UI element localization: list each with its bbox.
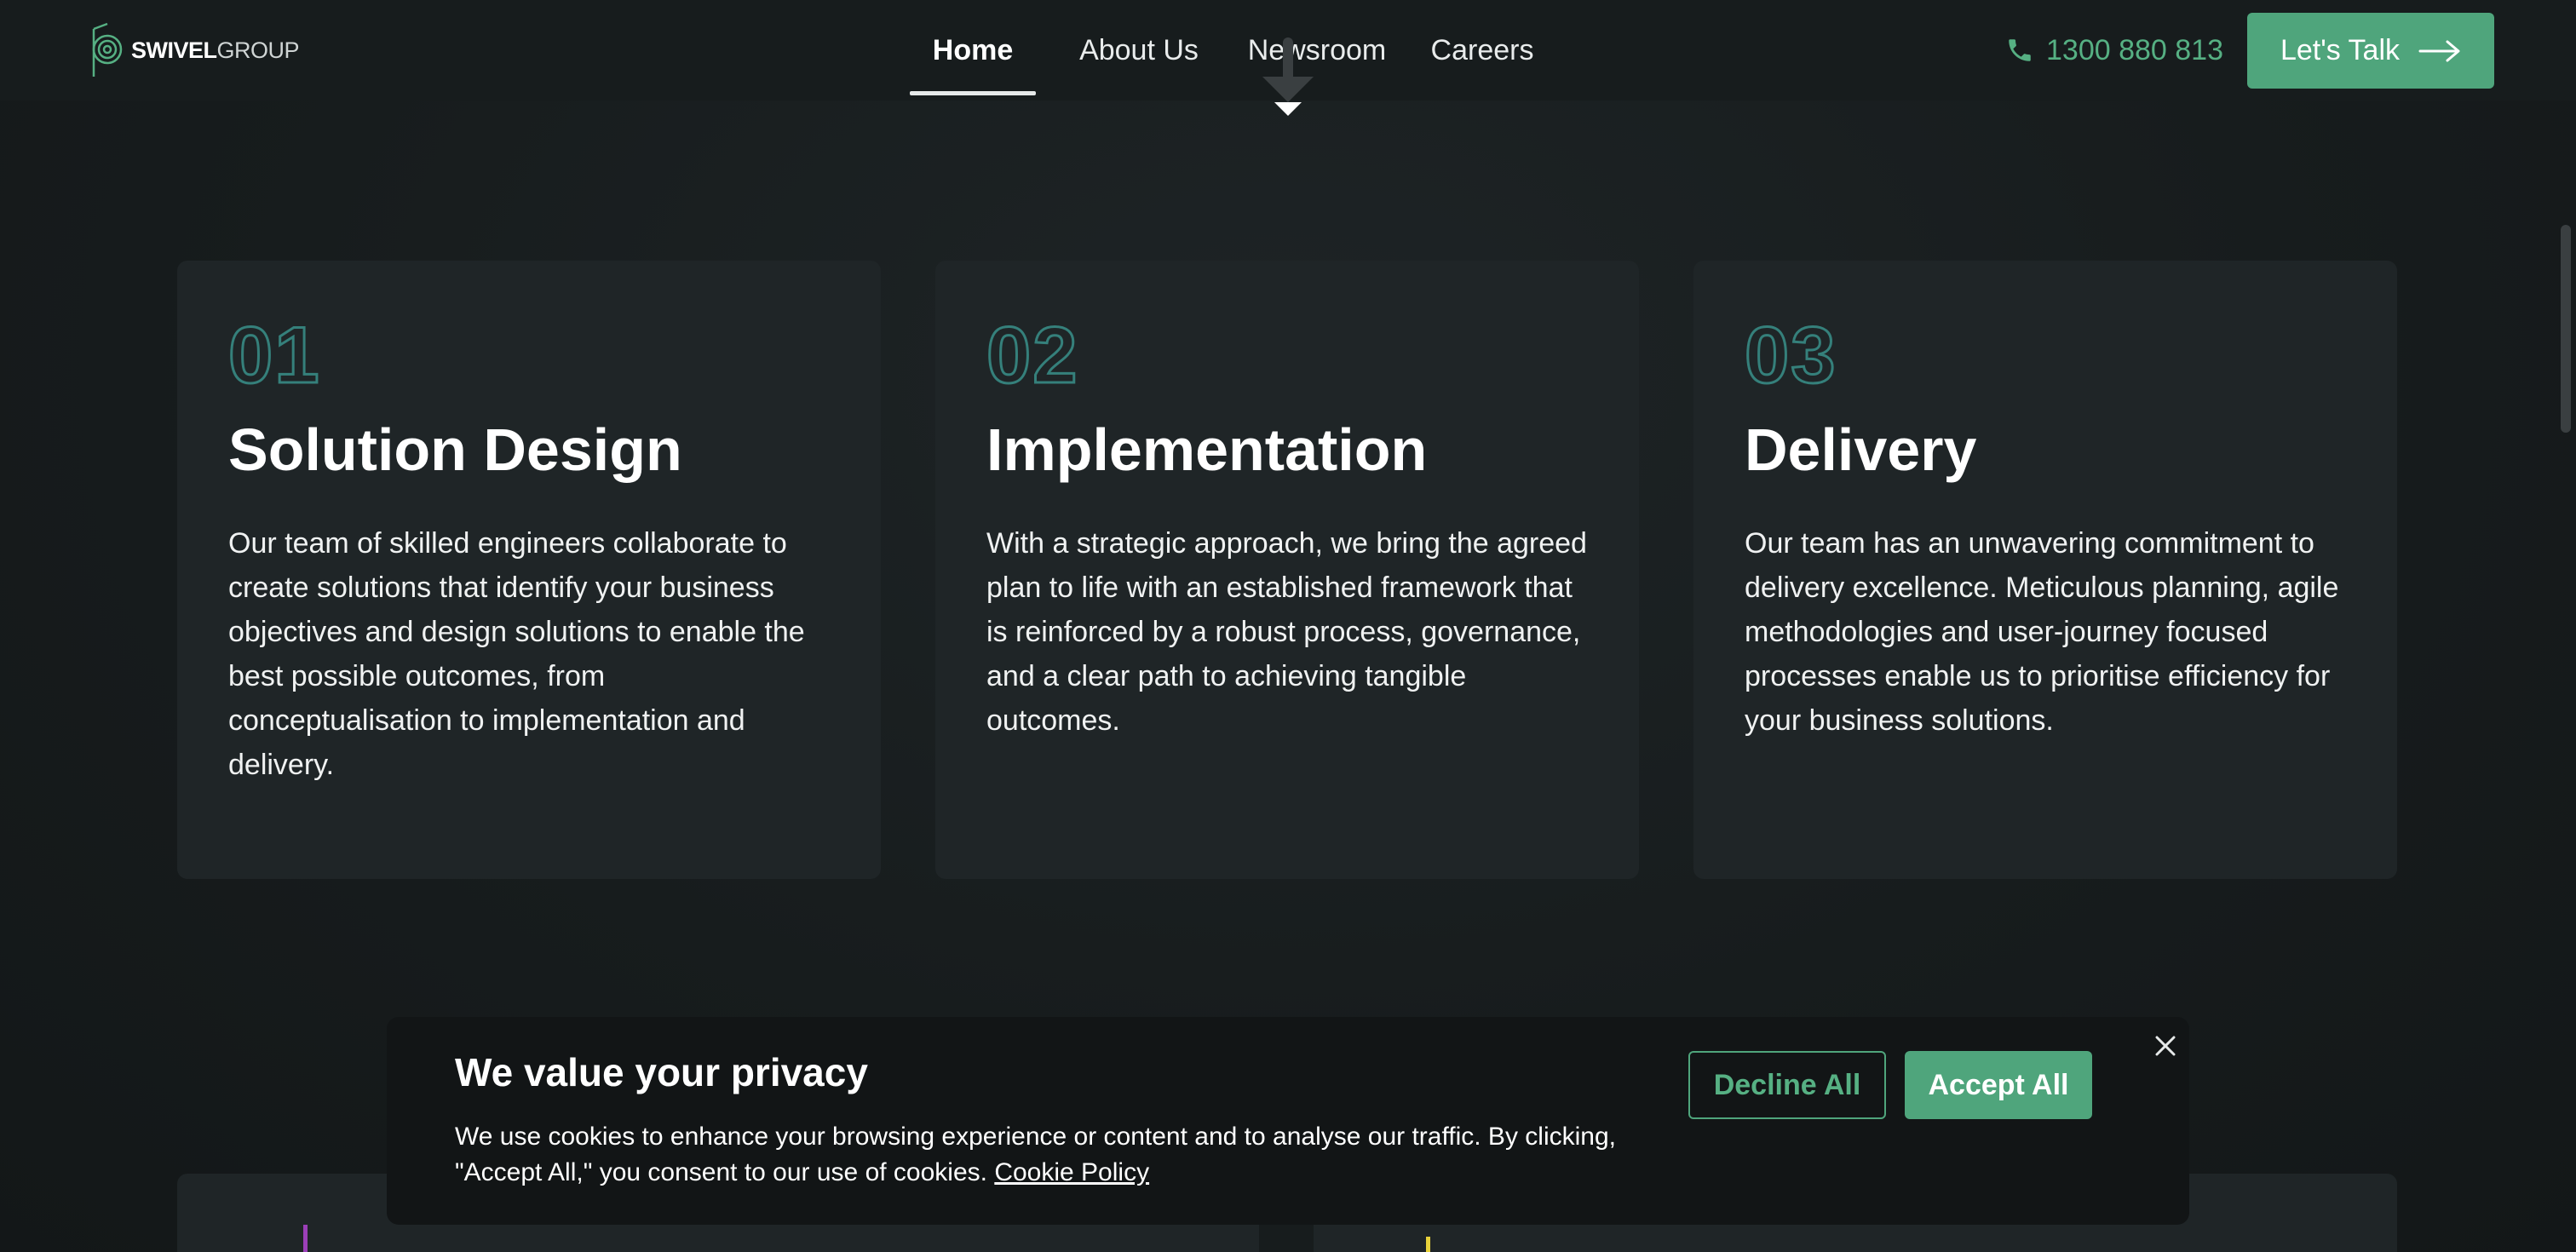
cookie-banner-text: We use cookies to enhance your browsing … bbox=[455, 1119, 1665, 1191]
decline-all-button[interactable]: Decline All bbox=[1688, 1051, 1886, 1119]
card-number: 03 bbox=[1744, 310, 1837, 399]
cookie-banner-title: We value your privacy bbox=[455, 1050, 868, 1094]
card-number: 01 bbox=[227, 310, 321, 399]
phone-number: 1300 880 813 bbox=[2046, 33, 2223, 66]
page-scrollbar-thumb[interactable] bbox=[2561, 225, 2571, 433]
logo-brand-bold: SWIVEL bbox=[131, 37, 217, 63]
phone-icon bbox=[2009, 39, 2031, 61]
arrow-right-icon bbox=[2418, 40, 2460, 61]
nav-item-home[interactable]: Home bbox=[910, 0, 1036, 101]
service-card-delivery: 03 Delivery Our team has an unwavering c… bbox=[1693, 261, 2397, 879]
accept-all-button[interactable]: Accept All bbox=[1905, 1051, 2092, 1119]
close-icon[interactable] bbox=[2148, 1029, 2182, 1063]
lets-talk-label: Let's Talk bbox=[2280, 34, 2401, 66]
logo-brand-light: GROUP bbox=[216, 37, 300, 63]
card-description: With a strategic approach, we bring the … bbox=[986, 526, 1587, 737]
site-logo[interactable]: SWIVELGROUP bbox=[87, 20, 300, 80]
logo-swirl-icon bbox=[92, 22, 123, 77]
card-description: Our team of skilled engineers collaborat… bbox=[228, 526, 805, 781]
scroll-down-arrow-icon[interactable] bbox=[1257, 34, 1319, 116]
card-title: Delivery bbox=[1745, 416, 1977, 483]
lets-talk-button[interactable]: Let's Talk bbox=[2247, 13, 2494, 89]
logo-wordmark: SWIVELGROUP bbox=[131, 37, 300, 64]
decorative-purple-line bbox=[303, 1225, 308, 1252]
service-card-solution-design: 01 Solution Design Our team of skilled e… bbox=[177, 261, 881, 879]
card-title: Solution Design bbox=[228, 416, 682, 483]
card-description: Our team has an unwavering commitment to… bbox=[1745, 526, 2339, 737]
cookie-policy-link[interactable]: Cookie Policy bbox=[994, 1158, 1149, 1186]
cookie-banner: We value your privacy We use cookies to … bbox=[387, 1017, 2189, 1225]
nav-item-about-us[interactable]: About Us bbox=[1073, 0, 1205, 101]
phone-link[interactable]: 1300 880 813 bbox=[2005, 29, 2223, 72]
service-card-implementation: 02 Implementation With a strategic appro… bbox=[935, 261, 1639, 879]
main-nav: Home About Us Newsroom Careers bbox=[910, 0, 1535, 101]
card-title: Implementation bbox=[986, 416, 1428, 483]
decorative-yellow-line bbox=[1426, 1237, 1430, 1252]
nav-item-careers[interactable]: Careers bbox=[1429, 0, 1535, 101]
card-number: 02 bbox=[986, 310, 1079, 399]
